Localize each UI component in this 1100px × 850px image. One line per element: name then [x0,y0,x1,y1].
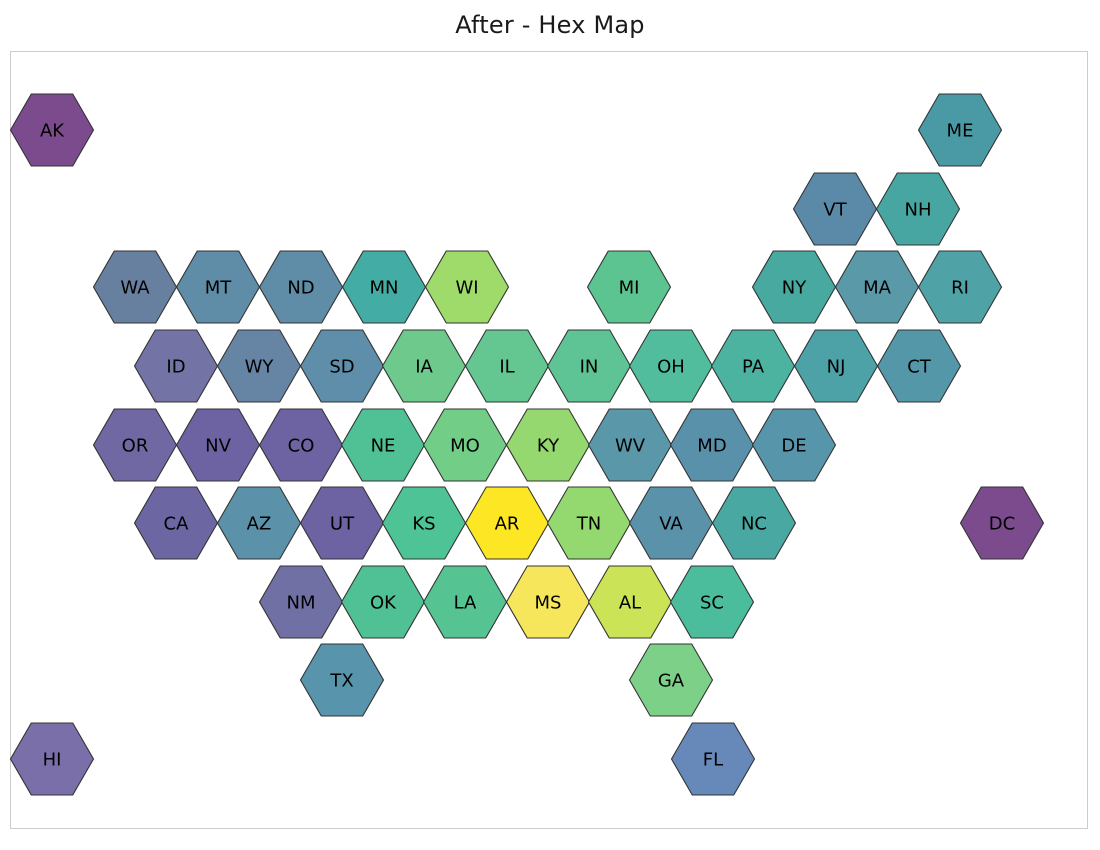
hex-label: RI [951,278,969,299]
hex-label: WY [245,357,275,378]
hex-label: IA [415,357,433,378]
hex-label: CO [288,436,315,457]
hex-label: WI [455,278,478,299]
hex-label: MT [205,278,233,299]
hex-label: CT [907,357,932,378]
hex-label: GA [658,671,685,692]
hex-label: NJ [827,357,846,378]
hex-label: TX [329,671,353,692]
hex-label: IN [580,357,599,378]
hex-label: VA [659,514,683,535]
hex-label: PA [742,357,765,378]
hex-label: SD [329,357,354,378]
hex-label: HI [43,750,62,771]
hex-label: AL [619,593,641,614]
hex-label: MS [535,593,562,614]
hex-label: ID [166,357,185,378]
hex-label: WV [615,436,646,457]
hex-label: UT [330,514,355,535]
hex-label: WA [120,278,150,299]
hex-label: OH [657,357,685,378]
hex-label: AR [495,514,520,535]
hex-label: NH [905,200,932,221]
hex-label: DC [989,514,1015,535]
hex-label: MA [863,278,892,299]
hex-map-figure: After - Hex Map AK ME VT NH WA MT ND MN WI MI NY MA… [0,0,1100,850]
hex-label: NC [741,514,767,535]
hex-label: DE [781,436,806,457]
hex-label: MN [370,278,399,299]
hex-label: VT [823,200,847,221]
hex-label: FL [703,750,723,771]
page-title: After - Hex Map [455,11,645,39]
hex-label: KY [537,436,560,457]
hex-label: LA [454,593,477,614]
hex-label: NM [287,593,316,614]
hex-label: TN [576,514,601,535]
hex-label: AK [40,121,65,142]
hex-label: KS [412,514,435,535]
hex-label: OR [122,436,149,457]
hex-label: MI [619,278,640,299]
hex-label: ME [947,121,974,142]
hex-label: AZ [247,514,272,535]
hex-label: OK [370,593,397,614]
hex-label: NE [371,436,396,457]
hex-label: CA [164,514,190,535]
hex-label: MD [697,436,726,457]
hex-label: ND [287,278,314,299]
hex-label: MO [450,436,480,457]
hex-label: NY [782,278,807,299]
hex-label: SC [700,593,724,614]
hex-label: NV [205,436,231,457]
hex-label: IL [499,357,514,378]
